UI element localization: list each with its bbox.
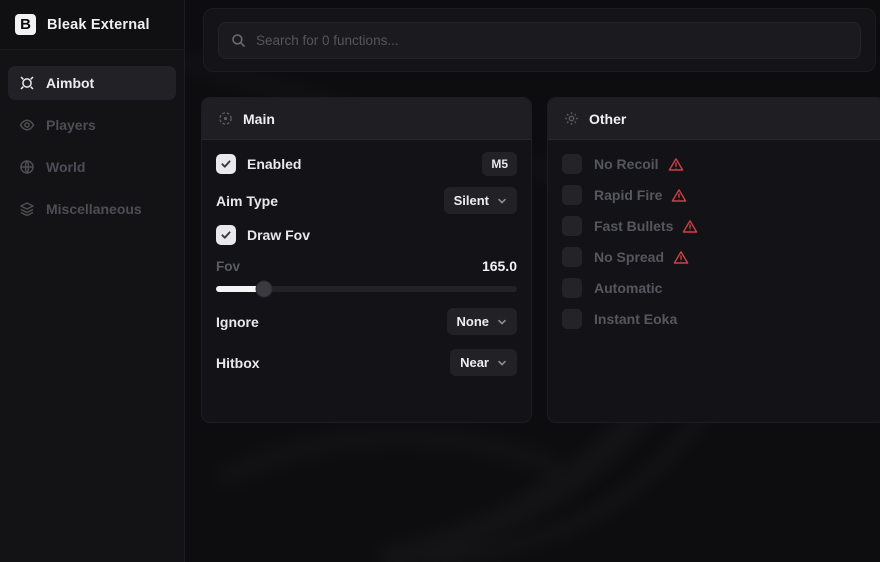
- fast-bullets-checkbox[interactable]: [562, 216, 582, 236]
- ignore-dropdown[interactable]: None: [447, 308, 518, 335]
- fov-slider[interactable]: [216, 281, 517, 296]
- sidebar-item-miscellaneous[interactable]: Miscellaneous: [8, 192, 176, 226]
- draw-fov-checkbox[interactable]: [216, 225, 236, 245]
- search-box[interactable]: [218, 22, 861, 59]
- sidebar: B Bleak External Aimbot Players: [0, 0, 185, 562]
- draw-fov-label: Draw Fov: [247, 227, 310, 243]
- main-panel: Main Enabled M5 Aim Type Silent: [201, 97, 532, 423]
- automatic-checkbox[interactable]: [562, 278, 582, 298]
- target-icon: [218, 111, 233, 126]
- brand-header: B Bleak External: [0, 0, 184, 50]
- sidebar-item-players[interactable]: Players: [8, 108, 176, 142]
- no-spread-checkbox[interactable]: [562, 247, 582, 267]
- aim-type-dropdown[interactable]: Silent: [444, 187, 517, 214]
- eye-icon: [19, 117, 35, 133]
- main-panel-header: Main: [202, 98, 531, 140]
- keybind-button[interactable]: M5: [482, 152, 517, 176]
- other-panel-header: Other: [548, 98, 880, 140]
- panel-title: Main: [243, 111, 275, 127]
- sidebar-item-world[interactable]: World: [8, 150, 176, 184]
- aim-type-label: Aim Type: [216, 193, 278, 209]
- search-input[interactable]: [256, 33, 848, 48]
- fov-value: 165.0: [482, 258, 517, 274]
- aim-type-row: Aim Type Silent: [216, 187, 517, 214]
- rapid-fire-label: Rapid Fire: [594, 187, 662, 203]
- fast-bullets-label: Fast Bullets: [594, 218, 673, 234]
- hitbox-label: Hitbox: [216, 355, 260, 371]
- warning-icon: [671, 188, 687, 203]
- warning-icon: [673, 250, 689, 265]
- rapid-fire-checkbox[interactable]: [562, 185, 582, 205]
- instant-eoka-checkbox[interactable]: [562, 309, 582, 329]
- ignore-label: Ignore: [216, 314, 259, 330]
- enabled-checkbox[interactable]: [216, 154, 236, 174]
- toggle-row-no-recoil: No Recoil: [562, 154, 871, 174]
- aim-type-value: Silent: [454, 193, 489, 208]
- no-recoil-checkbox[interactable]: [562, 154, 582, 174]
- warning-icon: [682, 219, 698, 234]
- layers-icon: [19, 201, 35, 217]
- ignore-row: Ignore None: [216, 308, 517, 335]
- hitbox-value: Near: [460, 355, 489, 370]
- search-container: [203, 8, 876, 72]
- toggle-row-instant-eoka: Instant Eoka: [562, 309, 871, 329]
- enabled-row: Enabled M5: [216, 152, 517, 176]
- app-logo: B: [15, 14, 36, 35]
- no-recoil-label: No Recoil: [594, 156, 659, 172]
- chevron-down-icon: [497, 317, 507, 327]
- other-panel: Other No Recoil Rapid Fire Fast Bullets: [547, 97, 880, 423]
- main-panel-body: Enabled M5 Aim Type Silent Draw Fov Fov …: [202, 140, 531, 376]
- panel-title: Other: [589, 111, 626, 127]
- enabled-label: Enabled: [247, 156, 301, 172]
- automatic-label: Automatic: [594, 280, 662, 296]
- sidebar-item-label: World: [46, 159, 85, 175]
- toggle-row-fast-bullets: Fast Bullets: [562, 216, 871, 236]
- fov-label: Fov: [216, 259, 240, 274]
- sidebar-item-label: Miscellaneous: [46, 201, 142, 217]
- other-panel-body: No Recoil Rapid Fire Fast Bullets: [548, 140, 880, 329]
- no-spread-label: No Spread: [594, 249, 664, 265]
- draw-fov-row: Draw Fov: [216, 225, 517, 245]
- slider-thumb[interactable]: [257, 281, 272, 296]
- chevron-down-icon: [497, 358, 507, 368]
- sidebar-nav: Aimbot Players World: [0, 50, 184, 242]
- search-icon: [231, 33, 246, 48]
- sidebar-item-label: Players: [46, 117, 96, 133]
- gear-icon: [564, 111, 579, 126]
- chevron-down-icon: [497, 196, 507, 206]
- sidebar-item-aimbot[interactable]: Aimbot: [8, 66, 176, 100]
- ignore-value: None: [457, 314, 490, 329]
- warning-icon: [668, 157, 684, 172]
- hitbox-row: Hitbox Near: [216, 349, 517, 376]
- toggle-row-rapid-fire: Rapid Fire: [562, 185, 871, 205]
- globe-icon: [19, 159, 35, 175]
- instant-eoka-label: Instant Eoka: [594, 311, 677, 327]
- toggle-row-automatic: Automatic: [562, 278, 871, 298]
- app-title: Bleak External: [47, 17, 150, 33]
- sidebar-item-label: Aimbot: [46, 75, 94, 91]
- crosshair-icon: [19, 75, 35, 91]
- fov-value-row: Fov 165.0: [216, 258, 517, 274]
- toggle-row-no-spread: No Spread: [562, 247, 871, 267]
- hitbox-dropdown[interactable]: Near: [450, 349, 517, 376]
